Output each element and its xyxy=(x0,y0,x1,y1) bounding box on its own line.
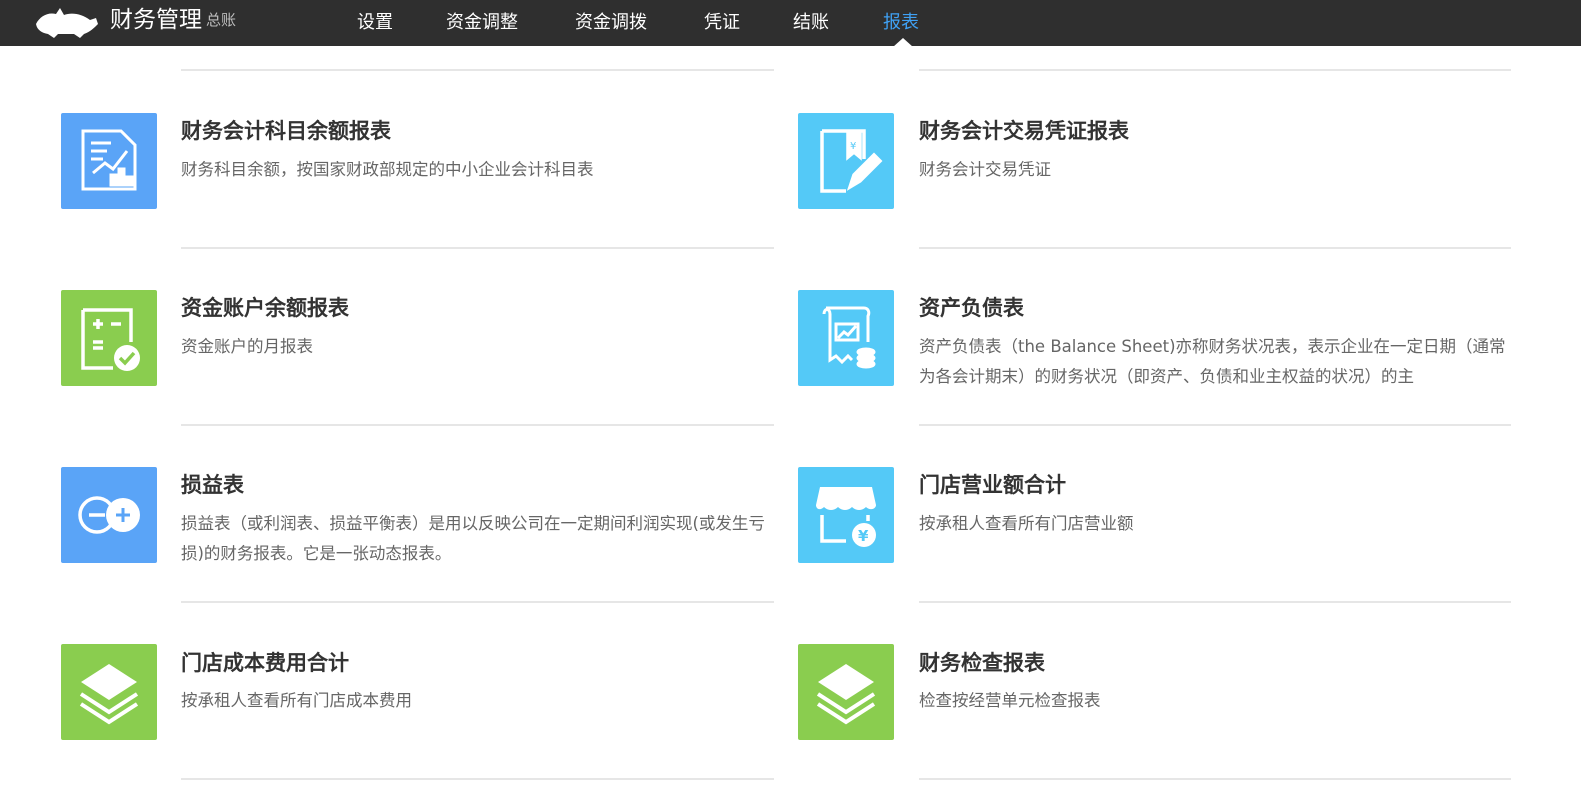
report-title[interactable]: 损益表 xyxy=(181,469,244,499)
report-tile-voucher[interactable]: ¥ xyxy=(798,113,894,209)
active-tab-caret xyxy=(893,38,913,47)
divider xyxy=(181,69,774,71)
report-description: 损益表（或利润表、损益平衡表）是用以反映公司在一定期间利润实现(或发生亏损)的财… xyxy=(181,514,765,563)
app-title: 财务管理 xyxy=(110,7,202,33)
report-description: 资产负债表（the Balance Sheet)亦称财务状况表，表示企业在一定日… xyxy=(919,337,1506,386)
report-tile-financial-check[interactable] xyxy=(798,644,894,740)
report-title[interactable]: 财务检查报表 xyxy=(919,647,1045,677)
nav-item-closing[interactable]: 结账 xyxy=(793,8,829,34)
report-title[interactable]: 资金账户余额报表 xyxy=(181,292,349,322)
report-chart-icon xyxy=(81,129,137,191)
report-tile-income-statement[interactable] xyxy=(61,467,157,563)
report-title[interactable]: 门店营业额合计 xyxy=(919,469,1066,499)
divider xyxy=(919,69,1511,71)
report-tile-account-balance[interactable] xyxy=(61,113,157,209)
minus-plus-icon xyxy=(78,496,140,534)
layers-icon xyxy=(816,664,876,725)
nav-item-fund-adjust[interactable]: 资金调整 xyxy=(446,8,518,34)
app-logo[interactable]: 财务管理 总账 xyxy=(34,0,236,40)
report-tile-store-revenue[interactable]: ¥ xyxy=(798,467,894,563)
nav-item-fund-transfer[interactable]: 资金调拨 xyxy=(575,8,647,34)
rhino-logo-icon xyxy=(36,8,98,38)
report-tile-store-cost[interactable] xyxy=(61,644,157,740)
divider xyxy=(919,247,1511,249)
divider xyxy=(919,778,1511,780)
app-subtitle: 总账 xyxy=(206,11,237,29)
report-title[interactable]: 门店成本费用合计 xyxy=(181,647,349,677)
svg-text:¥: ¥ xyxy=(858,527,869,545)
divider xyxy=(919,424,1511,426)
report-description: 资金账户的月报表 xyxy=(181,337,313,356)
voucher-book-icon: ¥ xyxy=(820,129,883,193)
divider xyxy=(181,601,774,603)
svg-text:¥: ¥ xyxy=(850,141,856,152)
report-description: 检查按经营单元检查报表 xyxy=(919,691,1101,710)
report-title[interactable]: 财务会计交易凭证报表 xyxy=(919,115,1129,145)
report-description: 财务会计交易凭证 xyxy=(919,160,1051,179)
report-description: 按承租人查看所有门店成本费用 xyxy=(181,691,412,710)
report-tile-fund-account[interactable] xyxy=(61,290,157,386)
nav-item-voucher[interactable]: 凭证 xyxy=(704,8,740,34)
nav-item-reports[interactable]: 报表 xyxy=(883,8,919,34)
divider xyxy=(181,778,774,780)
report-title[interactable]: 资产负债表 xyxy=(919,292,1024,322)
divider xyxy=(181,424,774,426)
report-tile-balance-sheet[interactable] xyxy=(798,290,894,386)
report-title[interactable]: 财务会计科目余额报表 xyxy=(181,115,391,145)
report-description: 按承租人查看所有门店营业额 xyxy=(919,514,1134,533)
layers-icon xyxy=(79,664,139,725)
divider xyxy=(919,601,1511,603)
calculator-check-icon xyxy=(81,308,140,371)
nav-item-settings[interactable]: 设置 xyxy=(357,8,393,34)
store-yen-icon: ¥ xyxy=(816,487,876,547)
balance-sheet-icon xyxy=(822,306,876,369)
divider xyxy=(181,247,774,249)
report-description: 财务科目余额，按国家财政部规定的中小企业会计科目表 xyxy=(181,160,594,179)
top-navigation-bar: 财务管理 总账 设置 资金调整 资金调拨 凭证 结账 报表 xyxy=(0,0,1581,47)
